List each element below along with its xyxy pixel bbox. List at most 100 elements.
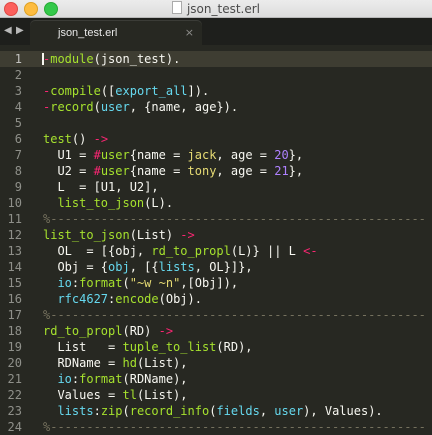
code-token: List =: [43, 340, 123, 354]
code-line[interactable]: 15 io:format("~w ~n",[Obj]),: [0, 275, 432, 291]
code-token: hd: [122, 356, 137, 370]
code-token: (RD),: [216, 340, 253, 354]
code-token: (L)} || L: [230, 244, 304, 258]
code-line[interactable]: 5: [0, 115, 432, 131]
code-text: io:format(RDName),: [43, 371, 187, 387]
window-title: json_test.erl: [0, 1, 432, 16]
code-token: (L).: [144, 196, 174, 210]
tab-bar: ◀ ▶ json_test.erl ×: [0, 18, 432, 45]
code-line[interactable]: 13 OL = [{obj, rd_to_propl(L)} || L <-: [0, 243, 432, 259]
code-text: rfc4627:encode(Obj).: [43, 291, 202, 307]
code-token: ->: [158, 324, 174, 338]
code-line[interactable]: 24 %-------------------------------------…: [0, 419, 432, 435]
code-token: list_to_json: [43, 228, 130, 242]
code-line[interactable]: 17 %-------------------------------------…: [0, 307, 432, 323]
code-token: jack: [187, 148, 217, 162]
code-line[interactable]: 20 RDName = hd(List),: [0, 355, 432, 371]
code-text: U2 = #user{name = tony, age = 21},: [43, 163, 303, 179]
code-token: record: [50, 100, 94, 114]
code-token: (): [71, 132, 94, 146]
code-token: rfc4627: [57, 292, 109, 306]
code-text: lists:zip(record_info(fields, user), Val…: [43, 403, 383, 419]
code-token: obj: [108, 260, 130, 274]
code-token: rd_to_propl: [43, 324, 123, 338]
code-line[interactable]: 22 Values = tl(List),: [0, 387, 432, 403]
line-number: 3: [14, 84, 22, 98]
code-text: Values = tl(List),: [43, 387, 188, 403]
line-number: 12: [7, 228, 22, 242]
code-line[interactable]: 4 -record(user, {name, age}).: [0, 99, 432, 115]
code-line[interactable]: 9 L = [U1, U2],: [0, 179, 432, 195]
code-token: (RD): [122, 324, 159, 338]
code-token: (List),: [136, 388, 188, 402]
code-token: ,[Obj]),: [180, 276, 239, 290]
line-number: 10: [7, 196, 22, 210]
code-token: %---------------------------------------…: [43, 420, 426, 434]
code-text: rd_to_propl(RD) ->: [43, 323, 173, 339]
code-token: #: [93, 148, 101, 162]
code-text: U1 = #user{name = jack, age = 20},: [43, 147, 303, 163]
code-line[interactable]: 6 test() ->: [0, 131, 432, 147]
code-line[interactable]: 2: [0, 67, 432, 83]
code-line[interactable]: 14 Obj = {obj, [{lists, OL}]},: [0, 259, 432, 275]
code-token: Values =: [43, 388, 123, 402]
code-token: {name =: [129, 148, 188, 162]
line-number: 15: [7, 276, 22, 290]
code-line[interactable]: 10 list_to_json(L).: [0, 195, 432, 211]
line-number: 8: [14, 164, 22, 178]
code-token: #: [93, 164, 101, 178]
code-line[interactable]: 19 List = tuple_to_list(RD),: [0, 339, 432, 355]
code-token: fields: [216, 404, 260, 418]
code-token: export_all: [115, 84, 188, 98]
code-text: List = tuple_to_list(RD),: [43, 339, 253, 355]
code-token: 20: [274, 148, 289, 162]
code-line[interactable]: 7 U1 = #user{name = jack, age = 20},: [0, 147, 432, 163]
code-token: 21: [274, 164, 289, 178]
code-token: lists: [158, 260, 195, 274]
code-token: format: [79, 276, 123, 290]
code-token: , OL}]},: [194, 260, 253, 274]
code-token: io: [57, 276, 72, 290]
code-line[interactable]: 8 U2 = #user{name = tony, age = 21},: [0, 163, 432, 179]
code-text: list_to_json(L).: [43, 195, 173, 211]
tab-json-test[interactable]: json_test.erl ×: [30, 21, 202, 45]
code-line[interactable]: 23 lists:zip(record_info(fields, user), …: [0, 403, 432, 419]
tab-nav-left-icon[interactable]: ◀: [4, 25, 12, 36]
code-token: , age =: [216, 164, 275, 178]
code-text: OL = [{obj, rd_to_propl(L)} || L <-: [43, 243, 317, 259]
code-token: ), Values).: [303, 404, 383, 418]
code-text: Obj = {obj, [{lists, OL}]},: [43, 259, 253, 275]
code-text: %---------------------------------------…: [43, 419, 426, 435]
code-token: :: [93, 404, 101, 418]
line-number: 1: [14, 52, 22, 66]
code-editor[interactable]: 1 -module(json_test). 2 3 -compile([export_a…: [0, 45, 432, 434]
code-line[interactable]: 11 %-------------------------------------…: [0, 211, 432, 227]
code-token: compile: [50, 84, 101, 98]
code-token: ->: [180, 228, 195, 242]
code-token: ]).: [187, 84, 210, 98]
code-line[interactable]: 3 -compile([export_all]).: [0, 83, 432, 99]
code-line[interactable]: 21 io:format(RDName),: [0, 371, 432, 387]
line-number: 17: [7, 308, 22, 322]
code-token: module: [50, 52, 94, 66]
code-token: user: [274, 404, 304, 418]
tab-label: json_test.erl: [58, 27, 118, 39]
code-token: (List),: [136, 356, 188, 370]
tab-close-icon[interactable]: ×: [185, 26, 194, 39]
tab-nav-right-icon[interactable]: ▶: [16, 25, 24, 36]
text-cursor: [42, 53, 44, 65]
code-line[interactable]: 18 rd_to_propl(RD) ->: [0, 323, 432, 339]
code-text: -record(user, {name, age}).: [43, 99, 238, 115]
code-line[interactable]: 12 list_to_json(List) ->: [0, 227, 432, 243]
code-line[interactable]: 16 rfc4627:encode(Obj).: [0, 291, 432, 307]
code-line[interactable]: 1 -module(json_test).: [0, 51, 432, 67]
line-number: 19: [7, 340, 22, 354]
code-token: zip: [100, 404, 123, 418]
code-token: (json_test).: [93, 52, 181, 66]
code-token: Obj = {: [43, 260, 109, 274]
line-number: 11: [7, 212, 22, 226]
